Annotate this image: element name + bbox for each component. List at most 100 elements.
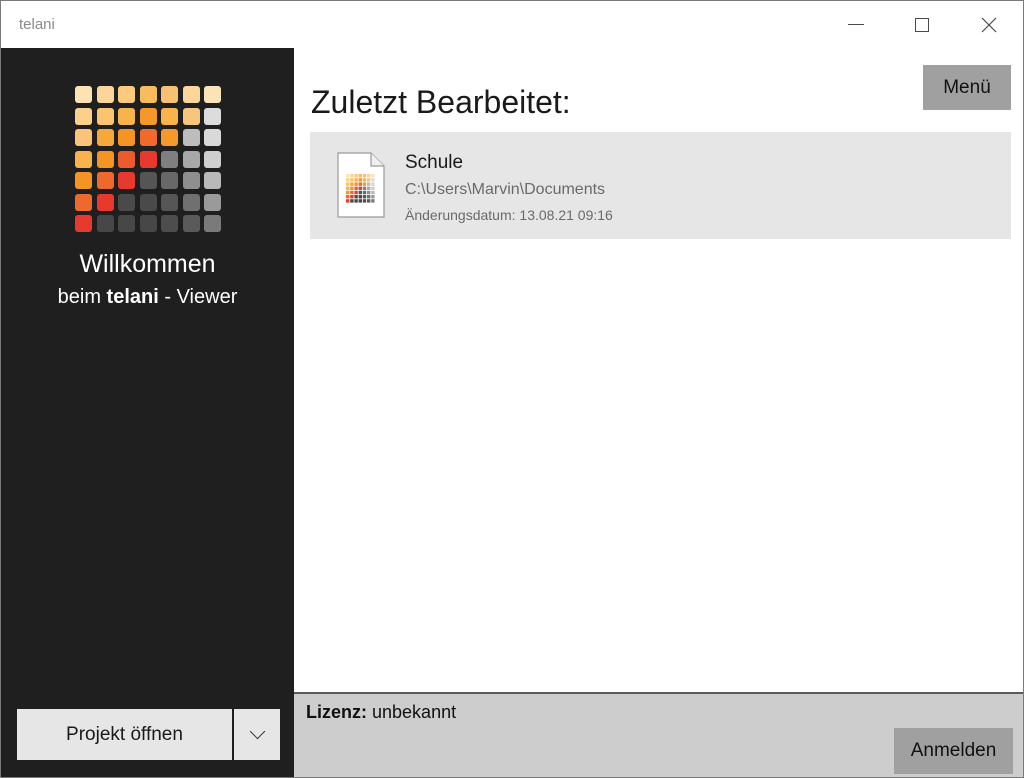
logo-cell [161,150,178,168]
close-button[interactable] [956,1,1022,48]
logo-cell [118,172,135,189]
file-logo-cell [346,174,350,178]
logo-cell [75,107,92,125]
file-logo-cell [354,174,358,178]
file-logo-cell [354,182,358,186]
footer-bar: Lizenz: unbekannt Anmelden [294,692,1023,777]
logo-cell [118,215,135,232]
license-label: Lizenz: [306,702,367,722]
file-logo-cell [358,178,362,182]
file-logo-cell [371,174,375,178]
file-logo-cell [367,195,371,199]
logo-cell [161,172,178,189]
welcome-subtitle: beim telani - Viewer [1,286,294,309]
file-logo-cell [358,174,362,178]
open-project-dropdown-button[interactable] [234,709,280,760]
logo-cell [204,193,221,211]
close-icon [981,17,997,32]
file-logo-cell [346,199,350,203]
chevron-down-icon [249,723,265,740]
logo-cell [204,150,221,168]
logo-cell [139,150,157,168]
logo-cell [96,86,114,103]
logo-cell [204,107,221,125]
file-logo-cell [371,178,375,182]
logo-cell [204,172,221,189]
logo-cell [204,86,221,103]
logo-cell [161,215,178,232]
logo-cell [161,86,178,103]
file-logo-cell [367,190,371,195]
app-window: telani Willkommen beim telani - Viewer P… [0,0,1024,778]
logo-cell [182,172,200,189]
recent-item-path: C:\Users\Marvin\Documents [405,181,606,198]
file-logo-cell [350,186,354,190]
file-logo-cell [350,195,354,199]
logo-cell [182,86,200,103]
recent-project-item[interactable]: Schule C:\Users\Marvin\Documents Änderun… [310,132,1011,239]
file-logo-cell [358,195,362,199]
title-bar[interactable]: telani [1,1,1023,48]
logo-cell [96,129,114,146]
welcome-title: Willkommen [79,250,216,278]
file-logo-cell [362,190,367,195]
file-logo-cell [346,190,350,195]
file-logo-cell [367,182,371,186]
logo-cell [75,215,92,232]
file-logo-cell [362,178,367,182]
file-logo-cell [367,199,371,203]
file-logo-cell [354,199,358,203]
file-logo-cell [354,195,358,199]
logo-cell [182,107,200,125]
file-logo-cell [350,174,354,178]
logo-cell [182,129,200,146]
logo-cell [75,150,92,168]
minimize-button[interactable] [823,1,889,48]
file-logo-cell [346,178,350,182]
logo-cell [118,193,135,211]
file-logo-cell [358,190,362,195]
logo-cell [139,129,157,146]
logo-cell [204,129,221,146]
logo-cell [96,215,114,232]
license-value: unbekannt [372,702,457,722]
window-title: telani [19,16,55,33]
login-button[interactable]: Anmelden [894,728,1013,774]
maximize-button[interactable] [889,1,955,48]
file-logo-cell [346,182,350,186]
file-logo-cell [346,195,350,199]
logo-cell [118,86,135,103]
welcome-sub-suffix: - Viewer [164,286,238,308]
file-logo-cell [362,199,367,203]
file-logo-cell [354,186,358,190]
logo-cell [139,107,157,125]
file-logo-cell [362,195,367,199]
file-logo-cell [367,174,371,178]
file-logo-cell [371,182,375,186]
welcome-sub-brand: telani [106,286,159,308]
file-logo-cell [362,174,367,178]
file-logo-cell [362,182,367,186]
recent-item-date: Änderungsdatum: 13.08.21 09:16 [405,207,613,223]
file-logo-cell [350,178,354,182]
sidebar: Willkommen beim telani - Viewer Projekt … [1,48,294,777]
file-logo-cell [371,199,375,203]
logo-cell [182,193,200,211]
minimize-icon [848,24,864,25]
logo-cell [139,172,157,189]
logo-cell [75,129,92,146]
file-logo-cell [362,186,367,190]
file-logo-cell [358,186,362,190]
recent-heading: Zuletzt Bearbeitet: [311,84,571,120]
telani-logo-icon [75,86,223,234]
logo-cell [96,150,114,168]
logo-cell [182,215,200,232]
file-logo-cell [371,190,375,195]
logo-cell [182,150,200,168]
logo-cell [96,107,114,125]
menu-button[interactable]: Menü [923,65,1011,110]
recent-item-name: Schule [405,152,464,173]
open-project-button[interactable]: Projekt öffnen [17,709,232,760]
license-status: Lizenz: unbekannt [306,702,456,723]
file-logo-cell [358,182,362,186]
